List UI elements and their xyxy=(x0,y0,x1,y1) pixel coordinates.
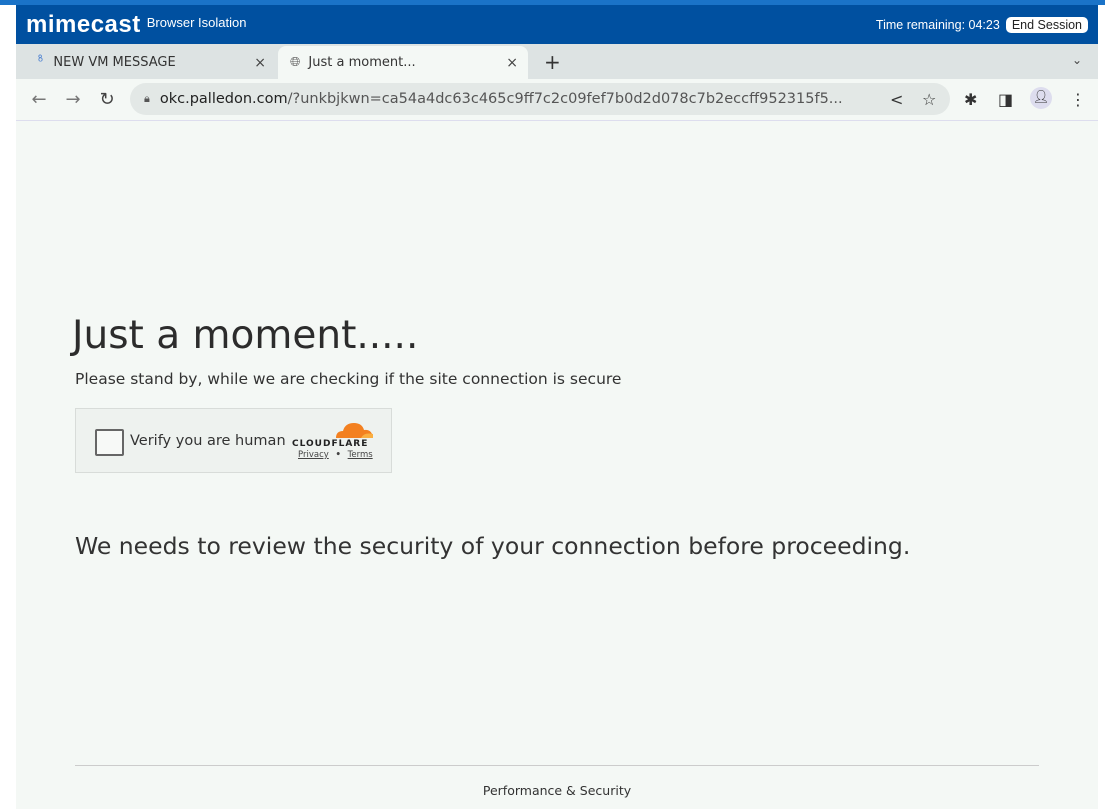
new-tab-button[interactable]: + xyxy=(544,50,561,74)
forward-icon[interactable]: → xyxy=(56,89,90,110)
separator: • xyxy=(335,450,341,460)
tab-new-vm-message[interactable]: ᵒ̊ NEW VM MESSAGE × xyxy=(26,46,276,79)
menu-icon[interactable]: ⋮ xyxy=(1070,90,1086,109)
footer-divider xyxy=(75,765,1039,766)
back-icon[interactable]: ← xyxy=(22,89,56,110)
time-remaining: Time remaining: 04:23 xyxy=(875,17,1000,32)
page-subtitle: Please stand by, while we are checking i… xyxy=(75,370,622,388)
page-title: Just a moment..... xyxy=(72,313,419,358)
url-input[interactable]: 🔒︎ okc.palledon.com/?unkbjkwn=ca54a4dc63… xyxy=(130,83,950,115)
url-host: okc.palledon.com xyxy=(159,91,288,107)
tab-search-chevron-icon[interactable]: ⌄ xyxy=(1072,53,1082,67)
end-session-button[interactable]: End Session xyxy=(1005,16,1088,33)
profile-icon[interactable]: 👤︎ xyxy=(1030,87,1052,109)
page-content: Just a moment..... Please stand by, whil… xyxy=(16,121,1098,809)
verify-label: Verify you are human xyxy=(130,433,286,449)
address-bar-row: ← → ↻ 🔒︎ okc.palledon.com/?unkbjkwn=ca54… xyxy=(16,79,1098,121)
mimecast-logo: mimecast xyxy=(26,10,141,38)
share-icon[interactable]: < xyxy=(890,90,903,109)
lock-icon: 🔒︎ xyxy=(144,92,150,105)
cloudflare-captcha: Verify you are human CLOUDFLARE Privacy … xyxy=(75,408,392,473)
verify-checkbox[interactable] xyxy=(95,429,124,456)
side-panel-icon[interactable]: ◨ xyxy=(998,90,1013,109)
url-path: /?unkbjkwn=ca54a4dc63c465c9ff7c2c09fef7b… xyxy=(287,91,843,107)
footer-text: Performance & Security xyxy=(482,783,632,798)
browser-frame: mimecast Browser Isolation Time remainin… xyxy=(16,5,1098,809)
globe-icon: 🌐︎ xyxy=(290,55,301,70)
product-name: Browser Isolation xyxy=(146,15,247,30)
privacy-link[interactable]: Privacy xyxy=(298,450,329,460)
tab-label: NEW VM MESSAGE xyxy=(53,55,176,70)
tab-bar: ᵒ̊ NEW VM MESSAGE × 🌐︎ Just a moment... … xyxy=(16,44,1098,79)
close-tab-icon[interactable]: × xyxy=(254,55,266,71)
tab-just-a-moment[interactable]: 🌐︎ Just a moment... × xyxy=(278,46,528,79)
security-message: We needs to review the security of your … xyxy=(75,532,911,560)
extensions-icon[interactable]: ✱ xyxy=(964,90,977,109)
mimecast-bar: mimecast Browser Isolation Time remainin… xyxy=(16,5,1098,44)
star-icon[interactable]: ☆ xyxy=(922,90,936,109)
reload-icon[interactable]: ↻ xyxy=(90,89,124,110)
close-tab-icon[interactable]: × xyxy=(506,55,518,71)
tab-label: Just a moment... xyxy=(308,55,416,70)
terms-link[interactable]: Terms xyxy=(348,450,373,460)
cloud-icon xyxy=(336,423,373,438)
captcha-links: Privacy • Terms xyxy=(298,450,373,460)
sync-icon: ᵒ̊ xyxy=(38,55,44,70)
